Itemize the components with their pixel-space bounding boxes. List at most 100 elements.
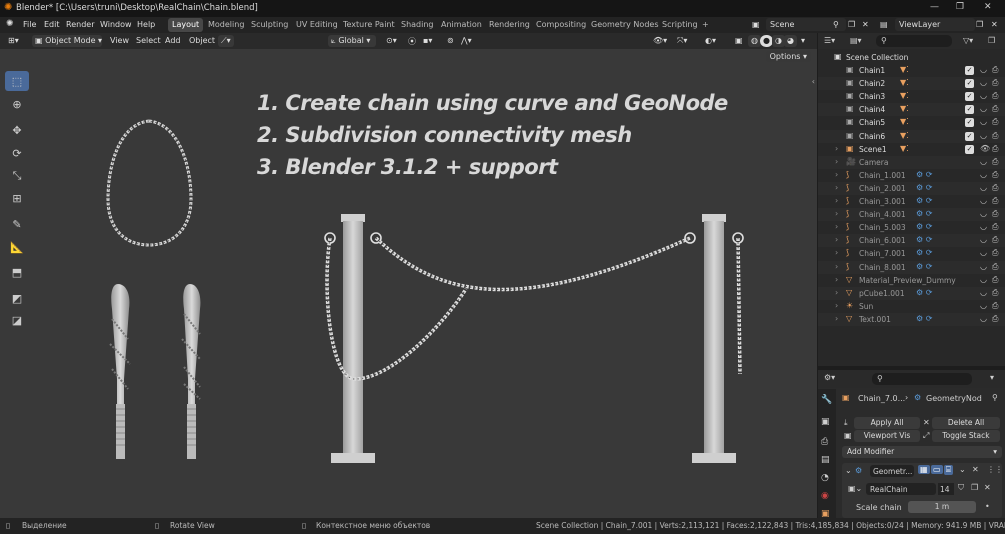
render-camera-icon[interactable]: ⎙ [992,262,998,272]
annotate-icon[interactable]: ✎ [5,214,29,234]
menu-view[interactable]: View [107,35,132,47]
viewport-toggle-icon[interactable]: ▭ [931,465,943,474]
eye-icon[interactable]: ◡ [980,117,987,126]
expand-icon[interactable]: › [835,170,838,179]
outliner-row[interactable]: › ▽ Material_Preview_Dummy ◡ ⎙ [818,274,1005,287]
visibility-icon[interactable]: 👁▾ [650,35,670,47]
tab-shading[interactable]: Shading [397,18,438,32]
snap-icon[interactable]: ⦿ [405,35,419,47]
render-camera-icon[interactable]: ⎙ [992,222,998,232]
expand-icon[interactable]: › [835,288,838,297]
output-tab-icon[interactable]: ⎙ [821,437,828,447]
eye-icon[interactable]: ◡ [980,209,987,218]
eye-icon[interactable]: ◡ [980,78,987,87]
outliner-search-input[interactable]: ⚲ [876,35,952,47]
eye-icon[interactable]: ◡ [980,65,987,74]
eye-icon[interactable]: ◡ [980,275,987,284]
render-tab-icon[interactable]: ▣ [821,417,830,427]
outliner-row[interactable]: › ⟆ Chain_8.001 ⚙ ⟳ ◡ ⎙ [818,260,1005,274]
display-mode-icon[interactable]: ▤▾ [850,36,862,45]
render-camera-icon[interactable]: ⎙ [992,301,998,311]
options-button[interactable]: Options ▾ [765,51,811,62]
knife-icon[interactable]: ◪ [5,310,29,330]
eye-icon[interactable]: ◡ [980,131,987,140]
properties-search-input[interactable]: ⚲ [872,373,972,385]
tab-scripting[interactable]: Scripting [658,18,702,32]
menu-select[interactable]: Select [133,35,164,47]
fence-chains[interactable] [324,232,744,381]
outliner-row[interactable]: › ⟆ Chain_1.001 ⚙ ⟳ ◡ ⎙ [818,169,1005,182]
eye-icon[interactable]: ◡ [980,91,987,100]
select-box-icon[interactable]: ⬚ [5,71,29,91]
move-icon[interactable]: ✥ [5,120,29,140]
scene-icon[interactable]: ▣ [752,20,760,29]
editmode-toggle-icon[interactable]: ▦ [918,465,930,474]
toggle-stack-button[interactable]: Toggle Stack [932,430,1000,442]
render-camera-icon[interactable]: ⎙ [992,170,998,180]
expand-icon[interactable]: › [835,275,838,284]
eye-icon[interactable]: ◡ [980,196,987,205]
render-camera-icon[interactable]: ⎙ [992,314,998,324]
expand-icon[interactable]: › [835,222,838,231]
outliner-row[interactable]: › ▽ Text.001 ⚙ ⟳ ◡ ⎙ [818,312,1005,326]
transform-icon[interactable]: ⊞ [5,188,29,208]
exclude-checkbox[interactable]: ✓ [965,144,974,154]
shear-icon[interactable]: ◩ [5,288,29,308]
maximize-icon[interactable]: ❐ [956,2,964,12]
mode-selector[interactable]: ▣ Object Mode ▾ [32,35,102,47]
expand-icon[interactable]: › [835,314,838,323]
close-icon[interactable]: ✕ [984,2,992,12]
outliner-row[interactable]: › ☀ Sun ◡ ⎙ [818,300,1005,313]
outliner-row[interactable]: ▣ Chain2 ▼⁚ ✓ ◡ ⎙ [818,77,1005,91]
render-camera-icon[interactable]: ⎙ [992,275,998,285]
view-layer-tab-icon[interactable]: ▤ [821,455,830,465]
editor-type-icon[interactable]: ⊞▾ [5,35,22,47]
eye-icon[interactable]: ◡ [980,157,987,166]
tab-animation[interactable]: Animation [437,18,486,32]
eye-icon[interactable]: ◡ [980,262,987,271]
expand-icon[interactable]: › [835,196,838,205]
render-camera-icon[interactable]: ⎙ [992,117,998,127]
exclude-checkbox[interactable]: ✓ [965,79,974,89]
eye-icon[interactable]: ◡ [980,301,987,310]
new-viewlayer-icon[interactable]: ❐ [976,20,983,29]
menu-object[interactable]: Object [186,35,218,47]
bat-right[interactable] [181,284,201,459]
cursor-icon[interactable]: ⊕ [5,94,29,114]
exclude-checkbox[interactable]: ✓ [965,105,974,115]
exclude-checkbox[interactable]: ✓ [965,118,974,128]
scale-icon[interactable]: ⤡ [5,166,29,186]
render-camera-icon[interactable]: ⎙ [992,131,998,141]
3d-viewport[interactable]: 1. Create chain using curve and GeoNode … [0,49,817,518]
tab-modeling[interactable]: Modeling [204,18,248,32]
expand-icon[interactable]: › [835,209,838,218]
add-modifier-dropdown[interactable]: Add Modifier ▾ [842,446,1002,458]
measure-icon[interactable]: 📐 [5,237,29,257]
outliner-row[interactable]: ▣ Chain6 ▼⁚ ✓ ◡ ⎙ [818,129,1005,143]
scale-chain-input[interactable]: 1 m [908,501,976,513]
new-scene-icon[interactable]: ❐ [848,20,855,29]
transform-orientation[interactable]: ⟀ Global ▾ [328,35,376,47]
overlay-toggle-icon[interactable]: ◐▾ [702,35,719,47]
post-left[interactable] [331,214,375,463]
xray-icon[interactable]: ▣ [732,35,746,47]
viewport-vis-button[interactable]: Viewport Vis [854,430,920,442]
outliner-row[interactable]: › ⟆ Chain_7.001 ⚙ ⟳ ◡ ⎙ [818,247,1005,260]
expand-icon[interactable]: › [835,301,838,310]
outliner-row[interactable]: › ⟆ Chain_6.001 ⚙ ⟳ ◡ ⎙ [818,234,1005,248]
node-group-field[interactable]: RealChain [866,483,936,495]
eye-icon[interactable]: ◡ [980,314,987,323]
drag-handle-icon[interactable]: ⋮⋮ [987,465,1003,474]
viewlayer-selector[interactable]: ViewLayer [895,18,975,31]
expand-icon[interactable]: › [835,248,838,257]
tab-geometry-nodes[interactable]: Geometry Nodes [587,18,662,32]
render-toggle-icon[interactable]: ⌸ [944,465,953,475]
eye-icon[interactable]: ◡ [980,170,987,179]
eye-icon[interactable]: ◡ [980,248,987,257]
eye-icon[interactable]: ◡ [980,183,987,192]
scene-tab-icon[interactable]: ◔ [821,473,829,483]
render-camera-icon[interactable]: ⎙ [992,288,998,298]
keyframe-dot-icon[interactable]: • [985,502,990,511]
delete-viewlayer-icon[interactable]: ✕ [991,20,998,29]
render-camera-icon[interactable]: ⎙ [992,209,998,219]
